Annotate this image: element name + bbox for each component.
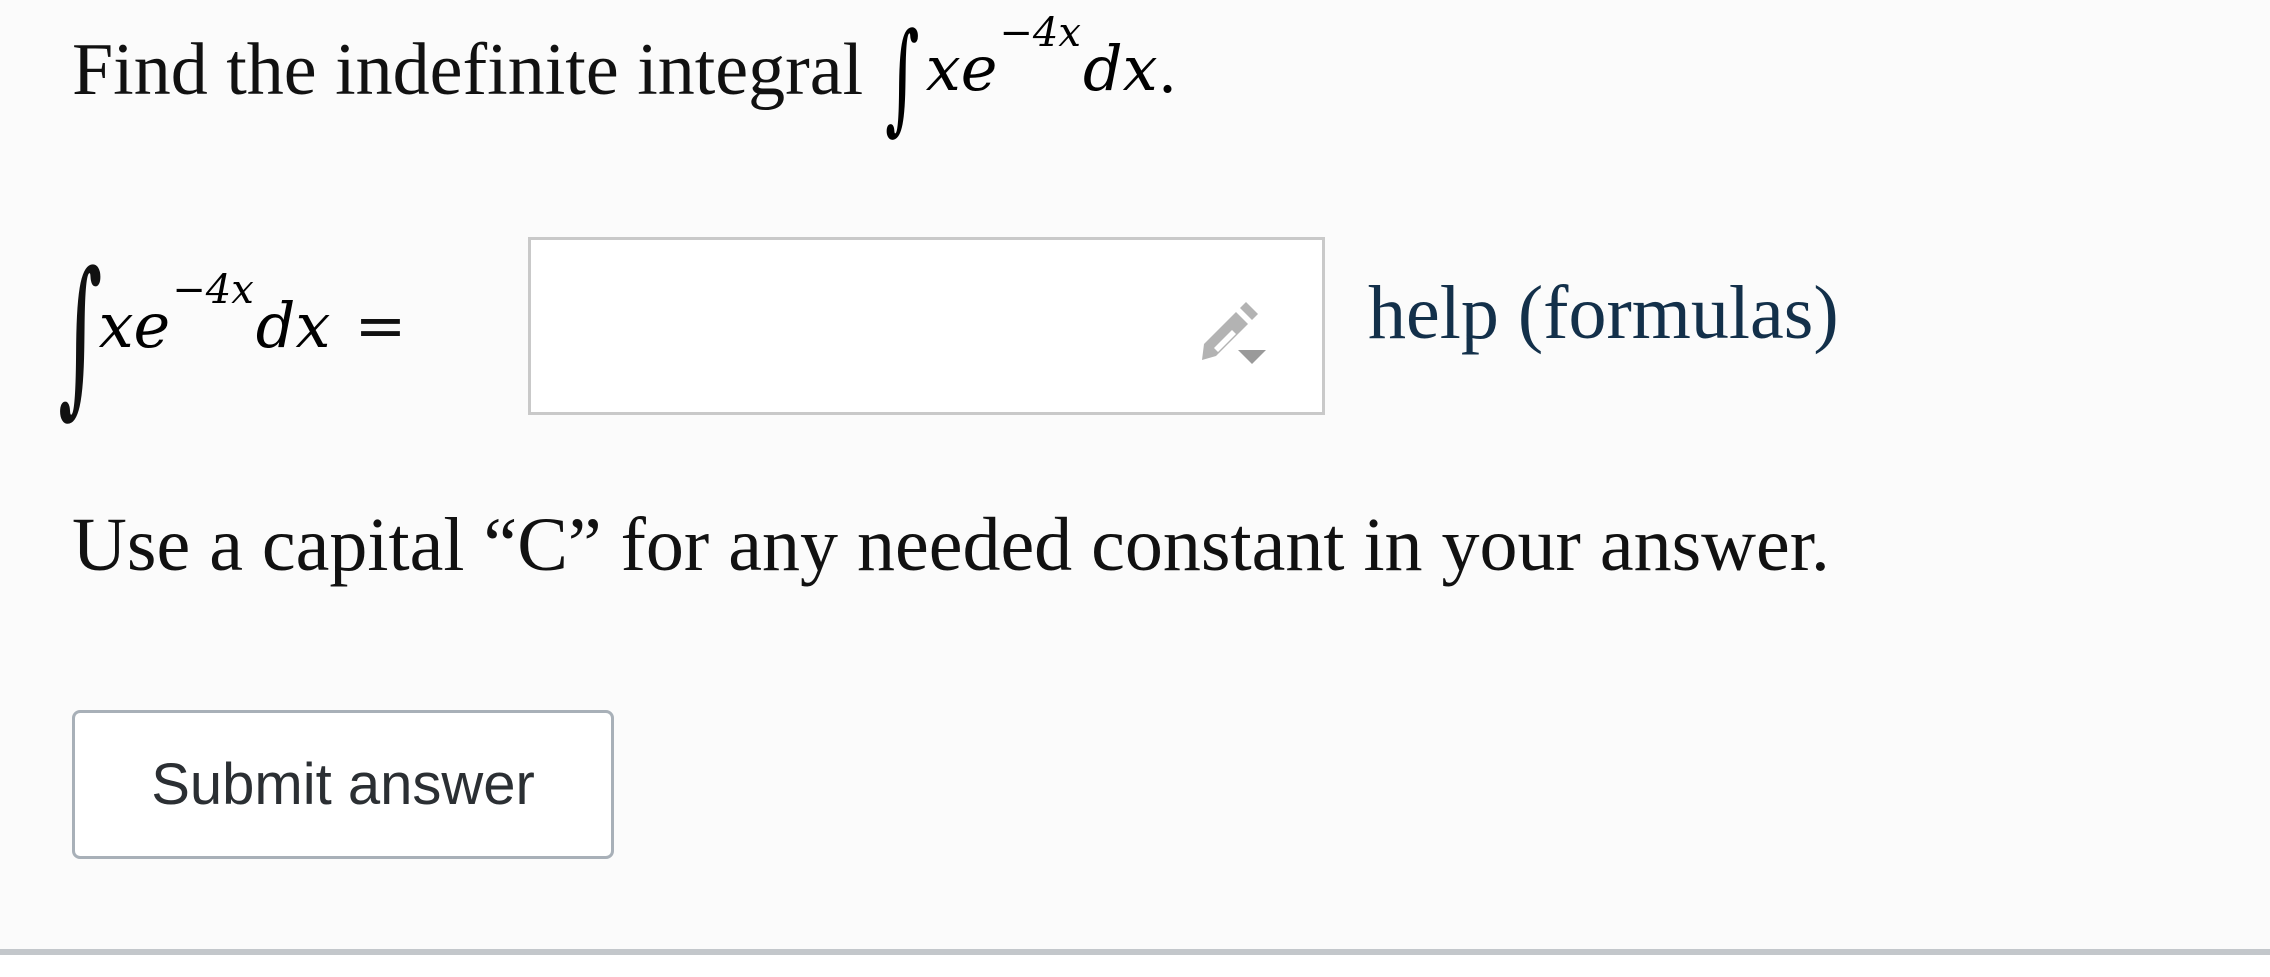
help-formulas-link[interactable]: help (formulas) — [1368, 270, 1839, 357]
integral-symbol: ∫ — [885, 8, 920, 147]
integrand-exponent: −4x — [999, 9, 1081, 56]
differential: dx — [1082, 31, 1158, 105]
answer-differential: dx — [255, 288, 331, 362]
answer-integral-symbol: ∫ — [58, 236, 103, 434]
integrand: xe −4x dx — [925, 10, 1158, 105]
answer-integrand-exponent: −4x — [172, 266, 254, 313]
submit-answer-button[interactable]: Submit answer — [72, 710, 614, 859]
equals-sign: = — [354, 288, 407, 362]
question-line: Find the indefinite integral ∫ xe −4x dx… — [72, 0, 1177, 140]
question-prompt: Find the indefinite integral — [72, 28, 864, 111]
constant-instruction: Use a capital “C” for any needed constan… — [72, 503, 1830, 587]
question-period: . — [1157, 33, 1178, 107]
answer-integrand: xe −4x dx — [98, 267, 331, 362]
problem-panel: Find the indefinite integral ∫ xe −4x dx… — [0, 0, 2270, 955]
answer-integrand-base: xe — [98, 288, 171, 362]
pencil-dropdown-icon[interactable] — [1196, 292, 1266, 372]
answer-expression: ∫ xe −4x dx = — [58, 230, 424, 434]
integrand-base: xe — [925, 31, 998, 105]
